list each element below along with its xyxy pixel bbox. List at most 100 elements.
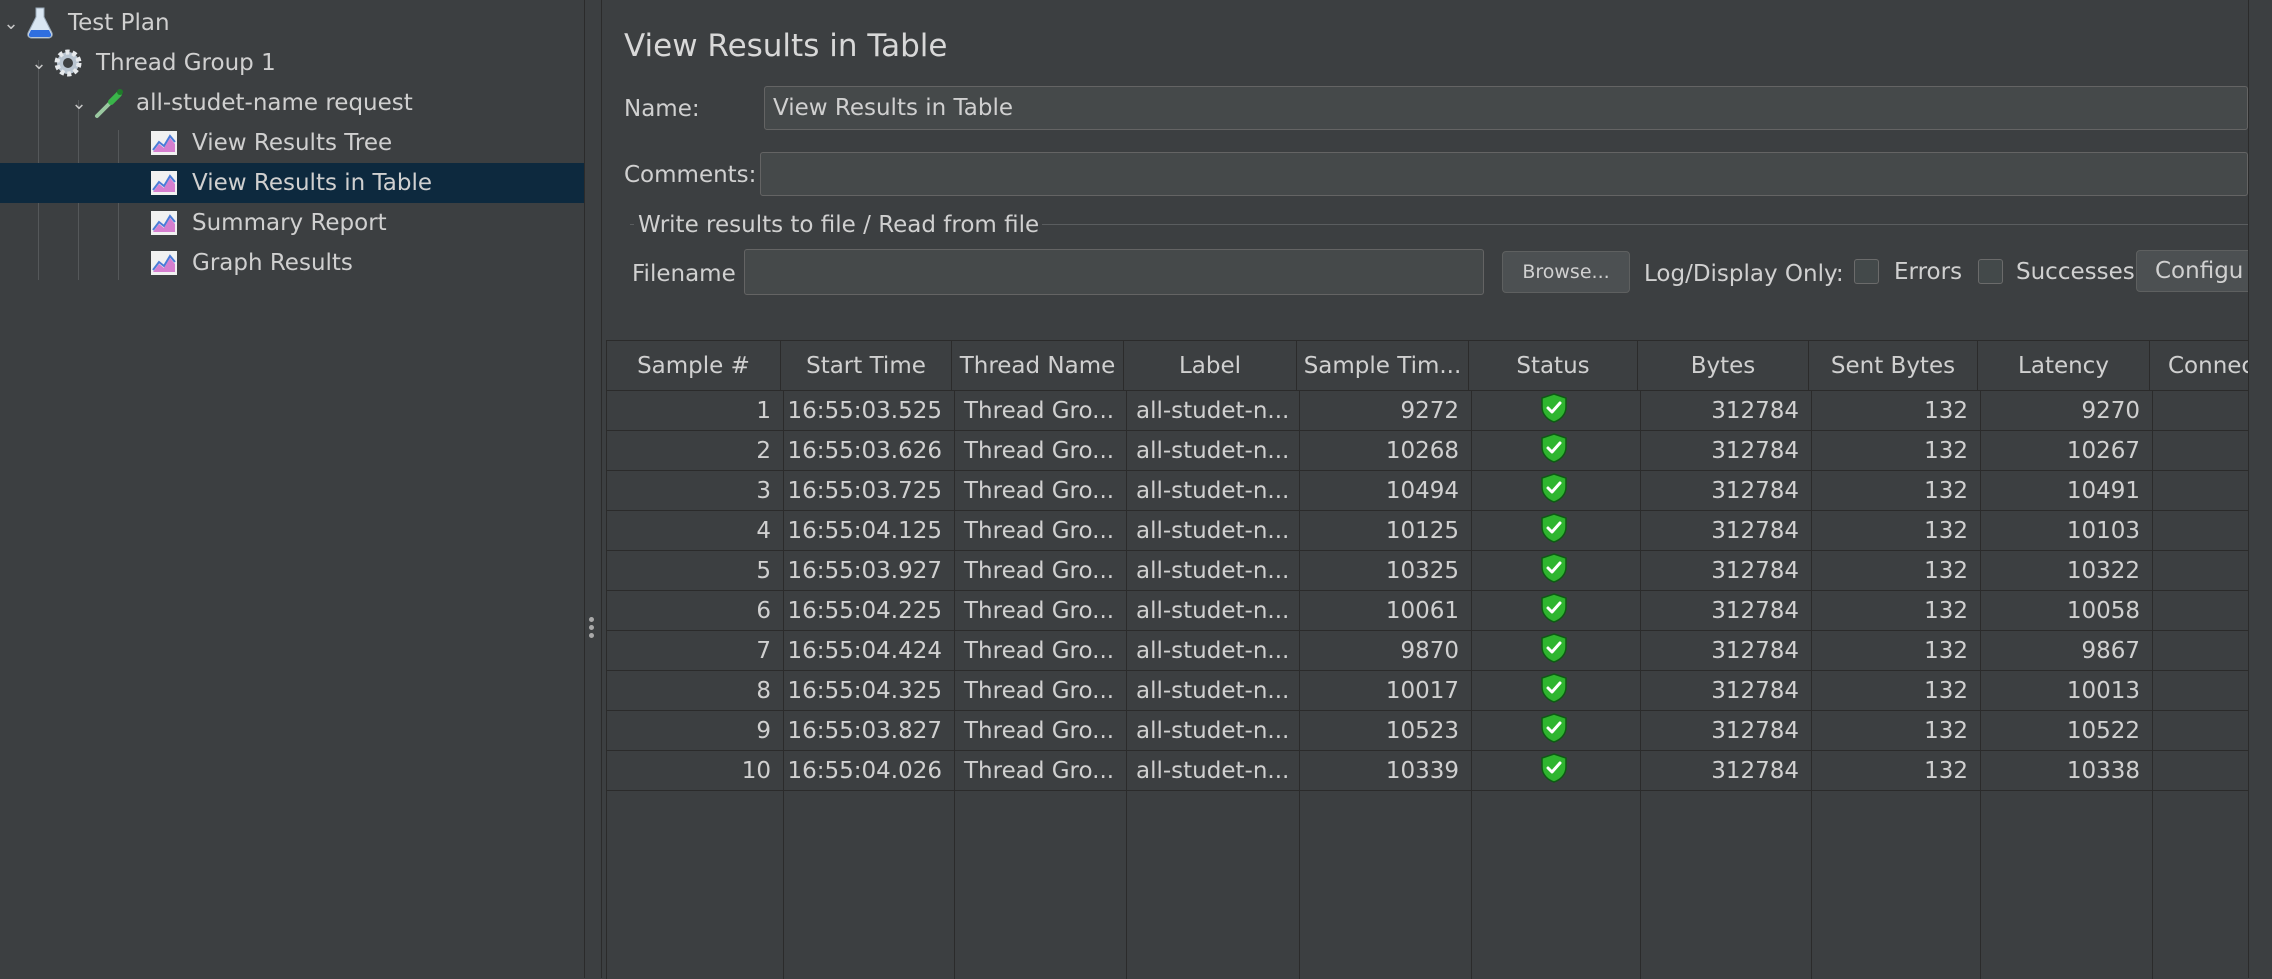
- cell-status: [1469, 711, 1638, 751]
- cell-label: all-studet-n...: [1136, 638, 1290, 664]
- column-header[interactable]: Label: [1124, 341, 1297, 391]
- cell-sent: 132: [1924, 758, 1968, 784]
- cell-sent: 132: [1924, 558, 1968, 584]
- cell-connect: [2150, 711, 2249, 751]
- tree-item-label: Thread Group 1: [96, 50, 276, 76]
- table-row[interactable]: 5 16:55:03.927 Thread Gro... all-studet-n..…: [607, 551, 2249, 591]
- cell-thread: Thread Gro...: [964, 678, 1115, 704]
- cell-status: [1469, 751, 1638, 791]
- cell-thread: Thread Gro...: [964, 558, 1115, 584]
- gear-icon: [50, 45, 86, 81]
- cell-start: 16:55:04.125: [787, 518, 942, 544]
- comments-field[interactable]: [760, 152, 2248, 196]
- listener-chart-icon: [146, 205, 182, 241]
- table-row[interactable]: 10 16:55:04.026 Thread Gro... all-studet-n.…: [607, 751, 2249, 791]
- column-header[interactable]: Sample Tim...: [1297, 341, 1469, 391]
- cell-latency: 10522: [2066, 718, 2140, 744]
- configure-button[interactable]: Configu: [2136, 250, 2256, 292]
- cell-status: [1469, 391, 1638, 431]
- errors-label: Errors: [1894, 259, 1963, 285]
- table-row[interactable]: 6 16:55:04.225 Thread Gro... all-studet-n..…: [607, 591, 2249, 631]
- cell-time: 9870: [1400, 638, 1459, 664]
- tree-item-thread-group[interactable]: ⌄ Thread Group 1: [0, 43, 612, 83]
- column-header[interactable]: Bytes: [1638, 341, 1809, 391]
- column-header[interactable]: Thread Name: [952, 341, 1124, 391]
- column-header[interactable]: Connec: [2150, 341, 2249, 391]
- column-header[interactable]: Latency: [1978, 341, 2150, 391]
- cell-bytes: 312784: [1711, 558, 1799, 584]
- cell-time: 10061: [1385, 598, 1459, 624]
- successes-label: Successes: [2016, 259, 2135, 285]
- cell-bytes: 312784: [1711, 598, 1799, 624]
- cell-latency: 10267: [2066, 438, 2140, 464]
- name-field[interactable]: [764, 86, 2248, 130]
- filename-label: Filename: [632, 261, 736, 287]
- chevron-down-icon[interactable]: ⌄: [0, 13, 22, 34]
- tree-item-test-plan[interactable]: ⌄ Test Plan: [0, 3, 584, 43]
- table-row[interactable]: 1 16:55:03.525 Thread Gro... all-studet-n..…: [607, 391, 2249, 431]
- table-row[interactable]: 4 16:55:04.125 Thread Gro... all-studet-n..…: [607, 511, 2249, 551]
- vertical-scrollbar[interactable]: [2248, 0, 2272, 978]
- cell-connect: [2150, 751, 2249, 791]
- cell-connect: [2150, 471, 2249, 511]
- success-shield-icon: [1540, 753, 1568, 789]
- cell-latency: 9867: [2081, 638, 2140, 664]
- successes-checkbox[interactable]: [1978, 259, 2003, 284]
- table-row[interactable]: 9 16:55:03.827 Thread Gro... all-studet-n..…: [607, 711, 2249, 751]
- file-group-title: Write results to file / Read from file: [638, 212, 1040, 238]
- results-table[interactable]: Sample # Start Time Thread Name Label Sample…: [606, 340, 2249, 979]
- tree-item-http-request[interactable]: ⌄ all-studet-name request: [0, 83, 652, 123]
- drag-handle-icon[interactable]: [589, 614, 595, 641]
- split-pane-divider[interactable]: [584, 0, 602, 978]
- test-plan-tree[interactable]: ⌄ Test Plan ⌄ Thread Group 1 ⌄ all-stude…: [0, 0, 730, 978]
- filename-field[interactable]: [744, 249, 1484, 295]
- log-display-label: Log/Display Only:: [1644, 261, 1844, 287]
- cell-latency: 10338: [2066, 758, 2140, 784]
- cell-bytes: 312784: [1711, 718, 1799, 744]
- column-header[interactable]: Status: [1469, 341, 1638, 391]
- table-row[interactable]: 7 16:55:04.424 Thread Gro... all-studet-n..…: [607, 631, 2249, 671]
- column-header[interactable]: Start Time: [781, 341, 952, 391]
- cell-sample: 1: [756, 398, 771, 424]
- cell-status: [1469, 671, 1638, 711]
- cell-sent: 132: [1924, 438, 1968, 464]
- cell-label: all-studet-n...: [1136, 518, 1290, 544]
- cell-status: [1469, 591, 1638, 631]
- chevron-down-icon[interactable]: ⌄: [68, 93, 90, 114]
- cell-start: 16:55:04.424: [787, 638, 942, 664]
- cell-sample: 9: [756, 718, 771, 744]
- cell-latency: 9270: [2081, 398, 2140, 424]
- cell-label: all-studet-n...: [1136, 598, 1290, 624]
- success-shield-icon: [1540, 633, 1568, 669]
- cell-label: all-studet-n...: [1136, 758, 1290, 784]
- cell-sent: 132: [1924, 478, 1968, 504]
- column-header[interactable]: Sent Bytes: [1809, 341, 1978, 391]
- cell-sent: 132: [1924, 678, 1968, 704]
- cell-label: all-studet-n...: [1136, 558, 1290, 584]
- errors-checkbox[interactable]: [1854, 259, 1879, 284]
- cell-thread: Thread Gro...: [964, 758, 1115, 784]
- success-shield-icon: [1540, 713, 1568, 749]
- cell-thread: Thread Gro...: [964, 598, 1115, 624]
- cell-sample: 3: [756, 478, 771, 504]
- cell-latency: 10322: [2066, 558, 2140, 584]
- column-header[interactable]: Sample #: [607, 341, 781, 391]
- browse-button[interactable]: Browse...: [1502, 251, 1630, 293]
- cell-thread: Thread Gro...: [964, 478, 1115, 504]
- cell-latency: 10058: [2066, 598, 2140, 624]
- cell-status: [1469, 631, 1638, 671]
- cell-label: all-studet-n...: [1136, 678, 1290, 704]
- table-row[interactable]: 8 16:55:04.325 Thread Gro... all-studet-n..…: [607, 671, 2249, 711]
- tree-item-label: View Results Tree: [192, 130, 393, 156]
- configure-label: Configu: [2155, 258, 2244, 284]
- table-row[interactable]: 2 16:55:03.626 Thread Gro... all-studet-n..…: [607, 431, 2249, 471]
- cell-bytes: 312784: [1711, 518, 1799, 544]
- chevron-down-icon[interactable]: ⌄: [28, 53, 50, 74]
- cell-sample: 2: [756, 438, 771, 464]
- cell-time: 10523: [1385, 718, 1459, 744]
- tree-item-label: all-studet-name request: [136, 90, 413, 116]
- cell-latency: 10491: [2066, 478, 2140, 504]
- cell-time: 10325: [1385, 558, 1459, 584]
- table-row[interactable]: 3 16:55:03.725 Thread Gro... all-studet-n..…: [607, 471, 2249, 511]
- page-title: View Results in Table: [624, 28, 948, 64]
